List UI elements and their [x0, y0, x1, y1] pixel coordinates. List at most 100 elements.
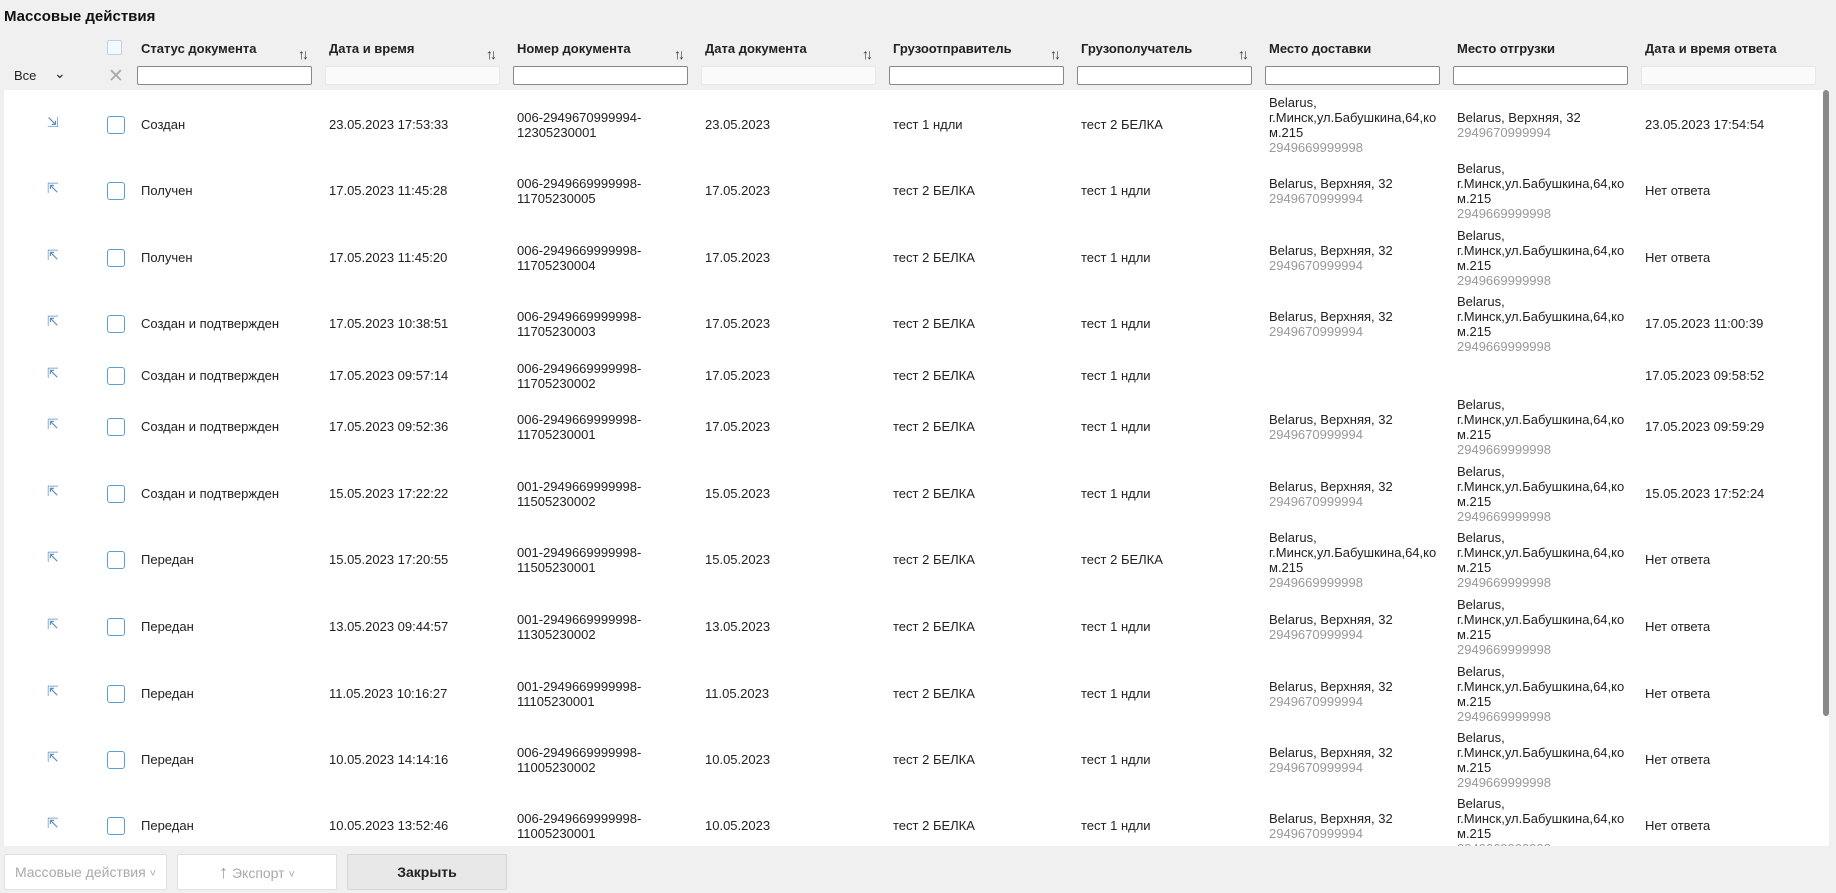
filter-input-shipment[interactable]	[1453, 66, 1628, 85]
row-checkbox[interactable]	[107, 315, 125, 333]
sort-icon[interactable]: ↑↓	[298, 41, 309, 67]
arrow-up-left-icon[interactable]: ⇱	[47, 749, 59, 766]
cell-line: 11705230001	[517, 427, 596, 442]
column-header-shipment[interactable]: Место отгрузки	[1457, 36, 1632, 62]
row-checkbox[interactable]	[107, 551, 125, 569]
cell-line: г.Минск,ул.Бабушкина,64,ко	[1457, 412, 1625, 427]
arrow-up-left-icon[interactable]: ⇱	[47, 416, 59, 433]
sort-icon[interactable]: ↑↓	[862, 41, 873, 67]
cell-receiver: тест 1 ндли	[1081, 818, 1151, 833]
column-header-delivery[interactable]: Место доставки	[1269, 36, 1444, 62]
cell-line: Belarus,	[1457, 730, 1505, 745]
sort-icon[interactable]: ↑↓	[1050, 41, 1061, 67]
arrow-up-left-icon[interactable]: ⇱	[47, 313, 59, 330]
clear-filters-icon[interactable]: ✕	[108, 65, 124, 88]
cell-line: 001-2949669999998-	[517, 679, 642, 694]
column-header-label: Статус документа	[141, 41, 257, 56]
arrow-up-left-icon[interactable]: ⇱	[47, 365, 59, 382]
cell-docdate: 15.05.2023	[705, 486, 771, 501]
filter-input-status[interactable]	[137, 66, 312, 85]
cell-response: Нет ответа	[1645, 818, 1711, 833]
column-header-sender[interactable]: Грузоотправитель ↑↓	[893, 36, 1068, 62]
cell-code: 2949670999994	[1269, 826, 1363, 841]
cell-datetime: 17.05.2023 10:38:51	[329, 316, 449, 331]
cell-line: г.Минск,ул.Бабушкина,64,ко	[1269, 110, 1437, 125]
column-header-receiver[interactable]: Грузополучатель ↑↓	[1081, 36, 1256, 62]
cell-sender: тест 2 БЕЛКА	[893, 552, 975, 567]
cell-line: Belarus,	[1457, 161, 1505, 176]
vertical-scrollbar[interactable]	[1823, 90, 1829, 716]
cell-code: 2949670999994	[1269, 627, 1363, 642]
row-filter-select[interactable]: Все ⌄	[14, 65, 66, 83]
filter-input-datetime[interactable]	[325, 66, 500, 85]
cell-delivery: Belarus, г.Минск,ул.Бабушкина,64,ко м.215 2…	[1269, 95, 1436, 155]
column-header-response[interactable]: Дата и время ответа	[1645, 36, 1820, 62]
column-header-status[interactable]: Статус документа ↑↓	[141, 36, 316, 62]
cell-delivery: Belarus, Верхняя, 32 2949670999994	[1269, 176, 1393, 206]
cell-line: 11005230002	[517, 760, 596, 775]
mass-actions-button[interactable]: Массовые действия ˅	[4, 854, 167, 890]
column-header-datetime[interactable]: Дата и время ↑↓	[329, 36, 504, 62]
cell-line: Belarus, Верхняя, 32	[1269, 309, 1393, 324]
row-checkbox[interactable]	[107, 182, 125, 200]
row-checkbox[interactable]	[107, 817, 125, 835]
mass-actions-label: Массовые действия	[14, 864, 146, 880]
cell-datetime: 10.05.2023 14:14:16	[329, 752, 449, 767]
cell-line: 006-2949669999998-	[517, 745, 642, 760]
arrow-up-left-icon[interactable]: ⇱	[47, 180, 59, 197]
cell-line: Belarus, Верхняя, 32	[1269, 412, 1393, 427]
cell-sender: тест 2 БЕЛКА	[893, 316, 975, 331]
cell-docdate: 11.05.2023	[705, 686, 770, 701]
row-checkbox[interactable]	[107, 618, 125, 636]
cell-code: 2949669999998	[1457, 273, 1551, 288]
sort-icon[interactable]: ↑↓	[674, 41, 685, 67]
cell-line: 11705230005	[517, 191, 596, 206]
arrow-down-right-icon[interactable]: ⇲	[47, 114, 59, 131]
cell-line: 11105230001	[517, 694, 595, 709]
cell-code: 2949669999998	[1457, 442, 1551, 457]
sort-icon[interactable]: ↑↓	[1238, 41, 1249, 67]
select-all-checkbox[interactable]	[107, 40, 122, 55]
cell-response: Нет ответа	[1645, 552, 1711, 567]
cell-line: г.Минск,ул.Бабушкина,64,ко	[1457, 612, 1625, 627]
sort-icon[interactable]: ↑↓	[486, 41, 497, 67]
cell-receiver: тест 2 БЕЛКА	[1081, 117, 1163, 132]
export-button[interactable]: ↑ Экспорт ˅	[177, 854, 337, 890]
arrow-up-left-icon[interactable]: ⇱	[47, 483, 59, 500]
row-checkbox[interactable]	[107, 418, 125, 436]
filter-input-docnum[interactable]	[513, 66, 688, 85]
row-checkbox[interactable]	[107, 751, 125, 769]
filter-input-sender[interactable]	[889, 66, 1064, 85]
cell-code: 2949669999998	[1457, 642, 1551, 657]
column-header-docdate[interactable]: Дата документа ↑↓	[705, 36, 880, 62]
cell-docnum: 006-2949669999998- 11705230003	[517, 309, 641, 339]
cell-receiver: тест 1 ндли	[1081, 316, 1151, 331]
cell-line: Belarus, Верхняя, 32	[1269, 679, 1393, 694]
cell-shipment: Belarus,г.Минск,ул.Бабушкина,64,ком.2152…	[1457, 294, 1624, 354]
cell-status: Передан	[141, 552, 194, 567]
close-button[interactable]: Закрыть	[347, 854, 507, 890]
filter-input-docdate[interactable]	[701, 66, 876, 85]
cell-datetime: 17.05.2023 09:57:14	[329, 368, 449, 383]
row-checkbox[interactable]	[107, 485, 125, 503]
cell-line: м.215	[1457, 560, 1492, 575]
row-checkbox[interactable]	[107, 116, 125, 134]
filter-input-delivery[interactable]	[1265, 66, 1440, 85]
arrow-up-left-icon[interactable]: ⇱	[47, 616, 59, 633]
column-header-docnum[interactable]: Номер документа ↑↓	[517, 36, 692, 62]
arrow-up-left-icon[interactable]: ⇱	[47, 683, 59, 700]
chevron-down-icon: ˅	[149, 868, 157, 880]
cell-docdate: 15.05.2023	[705, 552, 771, 567]
row-checkbox[interactable]	[107, 685, 125, 703]
row-checkbox[interactable]	[107, 249, 125, 267]
arrow-up-left-icon[interactable]: ⇱	[47, 815, 59, 832]
cell-code: 2949670999994	[1269, 324, 1363, 339]
arrow-up-left-icon[interactable]: ⇱	[47, 549, 59, 566]
filter-input-receiver[interactable]	[1077, 66, 1252, 85]
filter-input-response[interactable]	[1641, 66, 1816, 85]
arrow-up-left-icon[interactable]: ⇱	[47, 247, 59, 264]
cell-line: Belarus,	[1457, 397, 1505, 412]
row-checkbox[interactable]	[107, 367, 125, 385]
cell-line: м.215	[1457, 826, 1492, 841]
cell-datetime: 15.05.2023 17:20:55	[329, 552, 449, 567]
